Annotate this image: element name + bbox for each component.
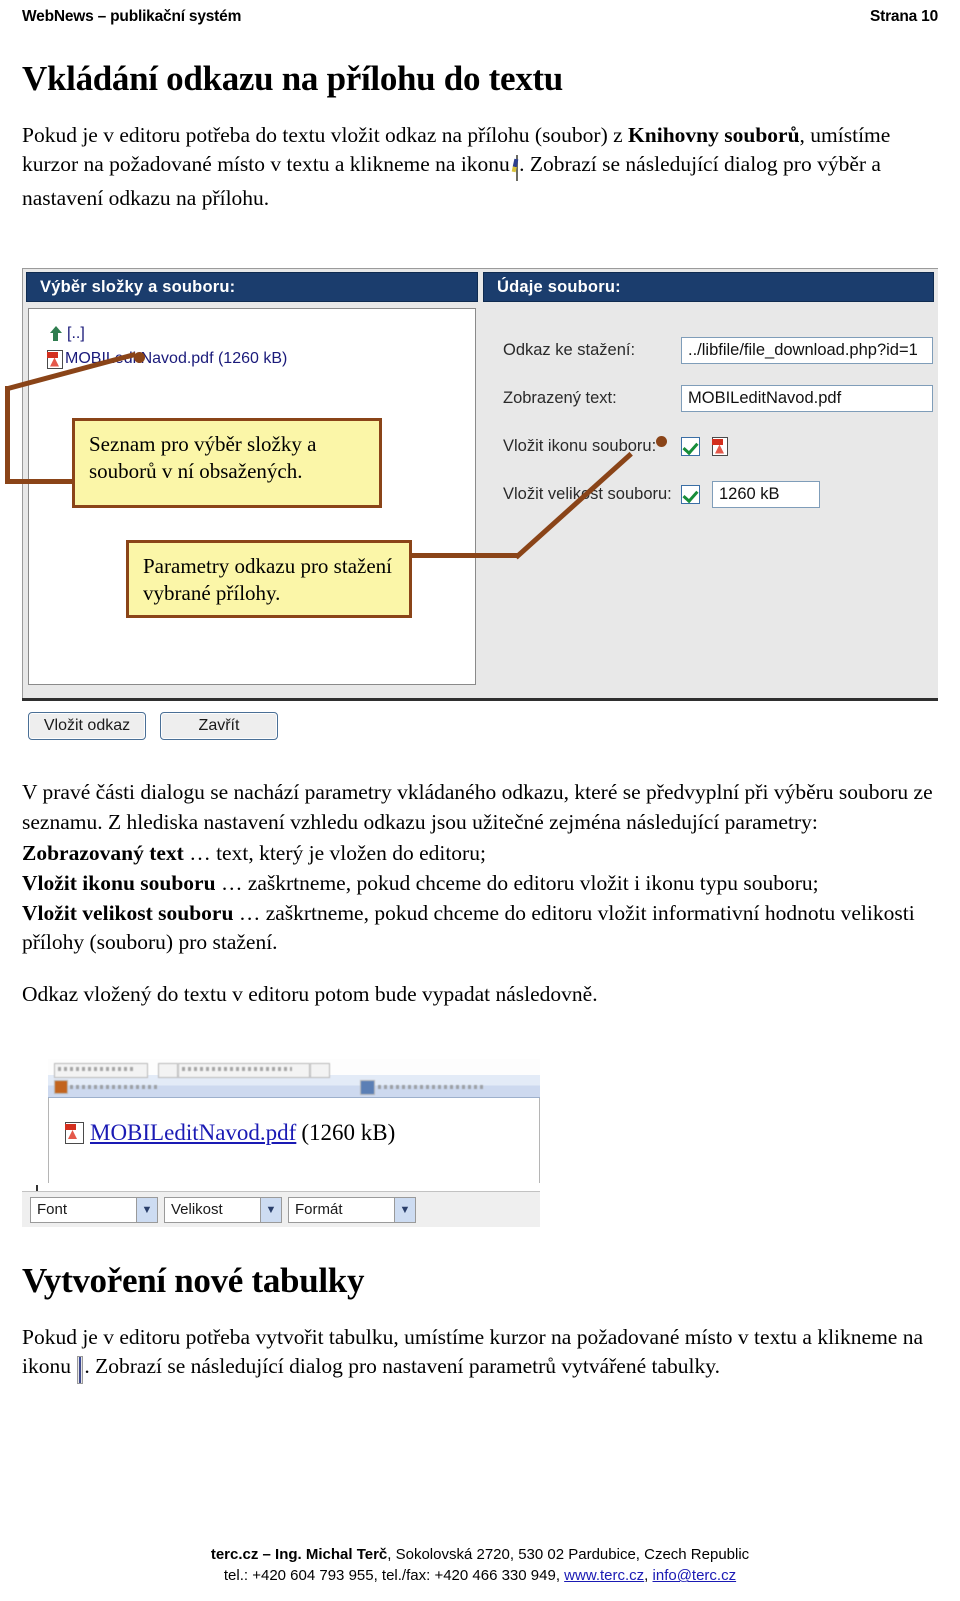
dialog-button-row: Vložit odkaz Zavřít [28, 712, 278, 740]
close-button[interactable]: Zavřít [160, 712, 278, 740]
pdf-file-icon [47, 349, 63, 369]
callout-leader-dot-params [656, 436, 667, 447]
footer-address: , Sokolovská 2720, 530 02 Pardubice, Cze… [387, 1545, 750, 1563]
section-title-create-table: Vytvoření nové tabulky [22, 1261, 365, 1300]
dialog-bottom-divider [22, 698, 938, 701]
panel-header-file-details: Údaje souboru: [483, 272, 934, 302]
editor-bottom-toolbar: Font ▼ Velikost ▼ Formát ▼ [22, 1191, 540, 1227]
screenshot-editor-preview: MOBILeditNavod.pdf (1260 kB) Font ▼ Veli… [22, 1055, 540, 1227]
intro-bold-knihovny: Knihovny souborů [628, 122, 800, 147]
inserted-attachment-link: MOBILeditNavod.pdf (1260 kB) [65, 1120, 395, 1146]
field-insert-icon: Vložit ikonu souboru: [483, 430, 938, 462]
intro-text-part1: Pokud je v editoru potřeba do textu vlož… [22, 122, 629, 147]
footer-website-link[interactable]: www.terc.cz [564, 1567, 644, 1584]
table-intro-part2: . Zobrazí se následující dialog pro nast… [84, 1354, 720, 1379]
footer-line-contact: tel.: +420 604 793 955, tel./fax: +420 4… [0, 1565, 960, 1587]
table-section: Vytvoření nové tabulky Pokud je v editor… [22, 1261, 938, 1388]
param-item-insert-size: Vložit velikost souboru … zaškrtneme, po… [22, 899, 938, 958]
size-dropdown-label: Velikost [171, 1201, 223, 1218]
footer-company: terc.cz – Ing. Michal Terč [210, 1545, 388, 1563]
chevron-down-icon[interactable]: ▼ [136, 1197, 157, 1222]
insert-table-icon [77, 1356, 84, 1386]
param-term: Zobrazovaný text [22, 841, 184, 866]
paragraph-right-panel-params: V pravé části dialogu se nachází paramet… [22, 780, 933, 834]
format-dropdown-label: Formát [295, 1201, 343, 1218]
display-text-input[interactable]: MOBILeditNavod.pdf [681, 384, 933, 412]
panel-header-file-selection: Výběr složky a souboru: [26, 272, 478, 302]
field-label: Zobrazený text: [503, 388, 617, 407]
size-dropdown[interactable]: Velikost ▼ [164, 1196, 282, 1223]
footer-line-address: terc.cz – Ing. Michal Terč, Sokolovská 2… [0, 1544, 960, 1566]
pdf-file-icon [712, 436, 728, 456]
chevron-down-icon[interactable]: ▼ [394, 1197, 415, 1222]
param-term: Vložit velikost souboru [22, 900, 234, 925]
page-header-left: WebNews – publikační systém [22, 8, 242, 25]
field-label: Odkaz ke stažení: [503, 340, 636, 359]
param-term: Vložit ikonu souboru [22, 870, 216, 895]
folder-up-icon [47, 325, 64, 343]
field-label: Vložit ikonu souboru: [503, 436, 657, 455]
field-download-link: Odkaz ke stažení: ../libfile/file_downlo… [483, 334, 938, 366]
font-dropdown[interactable]: Font ▼ [30, 1196, 158, 1223]
editor-toolbar-blurred [48, 1059, 540, 1098]
intro-paragraph-attachment: Pokud je v editoru potřeba do textu vlož… [22, 121, 938, 214]
chevron-down-icon[interactable]: ▼ [260, 1197, 281, 1222]
field-display-text: Zobrazený text: MOBILeditNavod.pdf [483, 382, 938, 414]
list-item[interactable]: [..] [47, 323, 475, 345]
param-desc: … zaškrtneme, pokud chceme do editoru vl… [215, 870, 819, 895]
paragraph-result-preview: Odkaz vložený do textu v editoru potom b… [22, 981, 598, 1006]
format-dropdown[interactable]: Formát ▼ [288, 1196, 416, 1223]
param-item-insert-icon: Vložit ikonu souboru … zaškrtneme, pokud… [22, 869, 938, 899]
attachment-link-text[interactable]: MOBILeditNavod.pdf [90, 1120, 296, 1146]
callout-leader-horizontal-params [409, 553, 519, 558]
param-item-display-text: Zobrazovaný text … text, který je vložen… [22, 839, 938, 869]
list-item-label: [..] [67, 325, 85, 342]
editor-canvas[interactable]: MOBILeditNavod.pdf (1260 kB) [48, 1098, 540, 1183]
field-insert-size: Vložit velikost souboru: 1260 kB [483, 478, 938, 510]
callout-leader-vertical-list [5, 386, 10, 484]
callout-file-list: Seznam pro výběr složky a souborů v ní o… [72, 418, 382, 508]
callout-link-parameters: Parametry odkazu pro stažení vybrané pří… [126, 540, 412, 618]
attachment-body-text: V pravé části dialogu se nachází paramet… [22, 778, 938, 1012]
attachment-size-text: (1260 kB) [301, 1120, 396, 1145]
page-number: Strana 10 [870, 8, 938, 25]
attachment-library-icon [511, 154, 519, 184]
insert-link-button[interactable]: Vložit odkaz [28, 712, 146, 740]
footer-email-link[interactable]: info@terc.cz [653, 1567, 737, 1584]
footer-separator: , [644, 1567, 653, 1585]
download-link-input[interactable]: ../libfile/file_download.php?id=1 [681, 336, 933, 364]
callout-leader-horizontal-list [5, 479, 75, 484]
page-footer: terc.cz – Ing. Michal Terč, Sokolovská 2… [0, 1544, 960, 1588]
section-title-attachment-link: Vkládání odkazu na přílohu do textu [22, 59, 563, 98]
page-header: WebNews – publikační systém Strana 10 [22, 8, 938, 32]
file-details-fields: Odkaz ke stažení: ../libfile/file_downlo… [483, 308, 938, 685]
footer-phone: tel.: +420 604 793 955, tel./fax: +420 4… [223, 1567, 565, 1585]
intro-paragraph-table: Pokud je v editoru potřeba vytvořit tabu… [22, 1323, 938, 1386]
font-dropdown-label: Font [37, 1201, 68, 1218]
param-desc: … text, který je vložen do editoru; [183, 841, 486, 866]
pdf-file-icon [65, 1122, 84, 1144]
callout-leader-dot-list [134, 352, 145, 363]
insert-icon-checkbox[interactable] [681, 436, 700, 456]
insert-size-checkbox[interactable] [681, 484, 700, 504]
document-content: Vkládání odkazu na přílohu do textu Poku… [22, 59, 938, 215]
insert-size-input[interactable]: 1260 kB [712, 480, 820, 508]
